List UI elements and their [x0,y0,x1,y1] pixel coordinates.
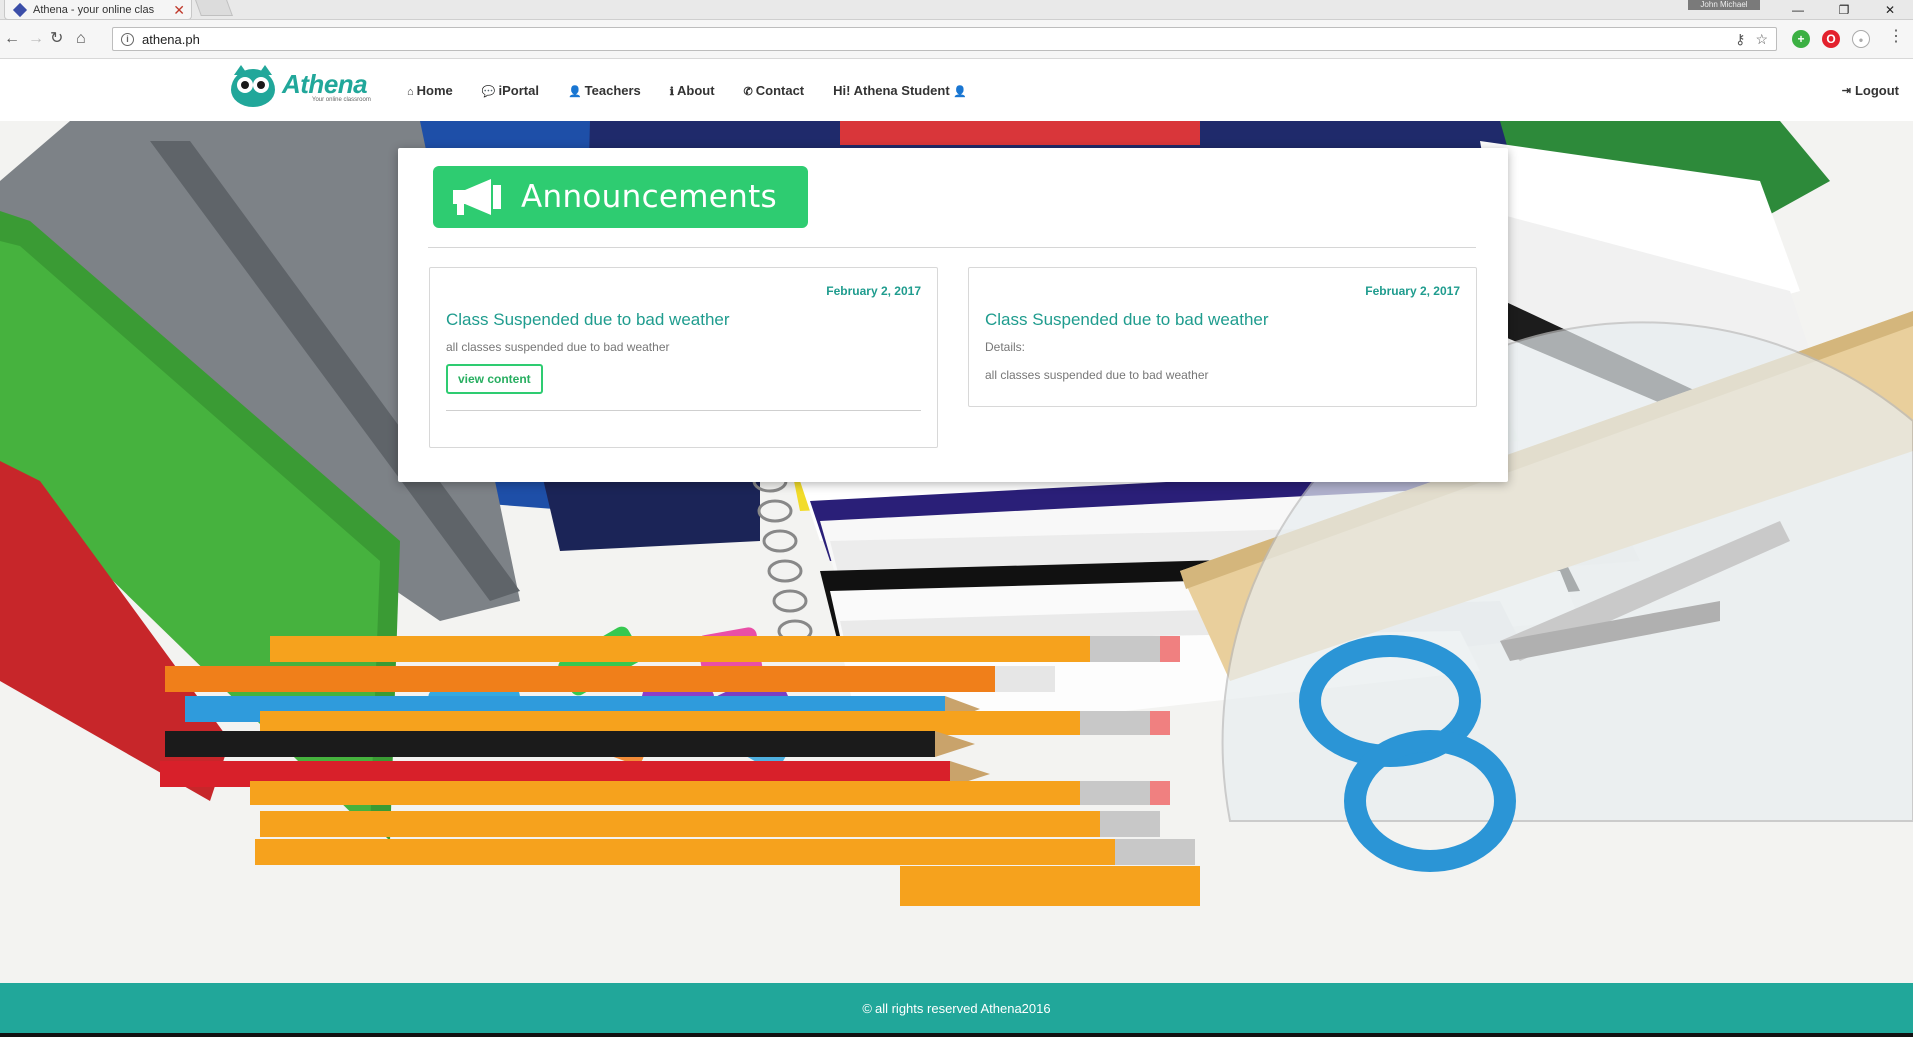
athena-logo[interactable]: Athena Your online classroom [228,63,371,111]
forward-arrow-icon[interactable]: → [28,30,44,48]
footer-text: all rights reserved Athena2016 [874,1000,1051,1016]
site-header: Athena Your online classroom ⌂ Home 💬 iPor… [0,59,1913,121]
nav-about[interactable]: ℹ About [670,83,715,98]
user-icon: 👤 [567,85,582,98]
announcement-card: February 2, 2017 Class Suspended due to … [968,267,1477,407]
announcement-title-link[interactable]: Class Suspended due to bad weather [446,310,921,330]
bottom-edge [0,1033,1913,1037]
back-arrow-icon[interactable]: ← [4,30,20,48]
logo-tagline: Your online classroom [312,97,371,103]
nav-teachers-label: Teachers [584,82,641,98]
nav-about-label: About [676,82,715,98]
home-icon[interactable]: ⌂ [76,30,86,48]
menu-dots-icon[interactable]: ⋮ [1888,28,1904,46]
sign-out-icon: ⇥ [1841,84,1851,97]
extension-circle-icon[interactable]: • [1852,30,1870,48]
announcement-card: February 2, 2017 Class Suspended due to … [429,267,938,448]
logo-text: Athena [282,69,368,99]
announcement-details-label: Details: [985,340,1026,354]
announcement-date: February 2, 2017 [826,284,921,298]
nav-contact[interactable]: ✆ Contact [744,83,805,98]
site-footer: © all rights reserved Athena2016 [0,983,1913,1033]
nav-iportal[interactable]: 💬 iPortal [482,83,539,98]
tab-title: Athena - your online clas [33,3,155,16]
url-text: athena.ph [142,31,200,47]
user-greeting-label: Hi! Athena Student [833,82,950,98]
opera-extension-icon[interactable]: O [1822,30,1840,48]
browser-toolbar: ← → ↻ ⌂ i athena.ph ⚷ ☆ + O • ⋮ [0,20,1913,59]
browser-tabstrip: Athena - your online clas ✕ John Michael… [0,0,1913,20]
nav-contact-label: Contact [755,82,805,98]
megaphone-icon [453,179,501,215]
nav-teachers[interactable]: 👤 Teachers [568,83,641,98]
nav-iportal-label: iPortal [498,82,539,98]
window-controls: — ❐ ✕ [1775,0,1913,20]
minimize-icon[interactable]: — [1775,0,1821,20]
profile-badge[interactable]: John Michael [1688,0,1760,10]
close-window-icon[interactable]: ✕ [1867,0,1913,20]
info-circle-icon: ℹ [669,85,674,98]
announcement-description: all classes suspended due to bad weather [446,340,670,354]
browser-tab[interactable]: Athena - your online clas ✕ [4,0,192,20]
announcements-panel: Announcements February 2, 2017 Class Sus… [398,148,1508,482]
card-divider [446,410,921,411]
site-info-icon[interactable]: i [121,32,134,46]
logout-link[interactable]: ⇥ Logout [1842,59,1899,121]
announcement-description: all classes suspended due to bad weather [985,368,1209,382]
owl-logo-icon [228,63,278,111]
user-icon: 👤 [953,85,967,98]
panel-divider [428,247,1476,248]
view-content-button[interactable]: view content [446,364,543,394]
nav-user-greeting[interactable]: Hi! Athena Student 👤 [833,83,970,98]
main-nav: ⌂ Home 💬 iPortal 👤 Teachers ℹ About ✆ Contact… [407,59,999,121]
reload-icon[interactable]: ↻ [50,30,63,48]
key-icon[interactable]: ⚷ [1735,31,1745,48]
bookmark-star-icon[interactable]: ☆ [1755,31,1768,48]
announcement-title-link[interactable]: Class Suspended due to bad weather [985,310,1460,330]
nav-home-label: Home [416,82,453,98]
close-tab-icon[interactable]: ✕ [173,3,185,17]
home-icon: ⌂ [407,85,414,98]
new-tab-button[interactable] [195,0,233,16]
announcements-heading: Announcements [521,179,778,215]
nav-home[interactable]: ⌂ Home [407,83,453,98]
site-favicon-icon [12,2,28,17]
logout-label: Logout [1854,82,1899,98]
phone-icon: ✆ [743,85,753,98]
announcement-date: February 2, 2017 [1365,284,1460,298]
copyright-icon: © [862,1000,872,1016]
comment-icon: 💬 [481,85,496,98]
extension-plus-icon[interactable]: + [1792,30,1810,48]
announcements-banner: Announcements [433,166,808,228]
restore-icon[interactable]: ❐ [1821,0,1867,20]
address-bar[interactable]: i athena.ph ⚷ ☆ [112,27,1777,51]
